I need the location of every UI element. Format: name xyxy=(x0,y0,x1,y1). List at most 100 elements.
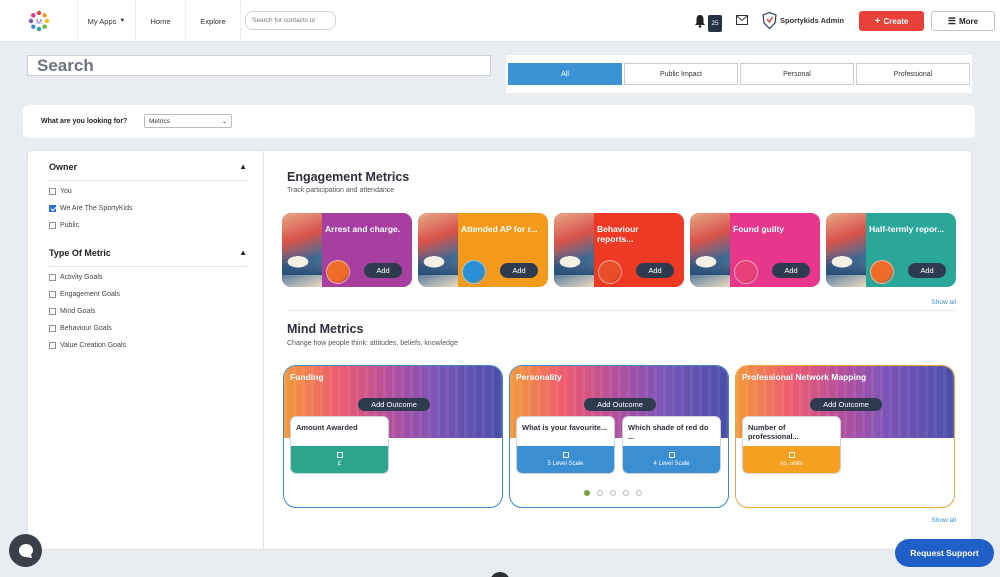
basketball-icon xyxy=(598,260,622,284)
subcard-title: Which shade of red do ... xyxy=(628,423,709,441)
tab-public-impact[interactable]: Public Impact xyxy=(624,63,738,85)
option-label: You xyxy=(60,188,72,195)
option-label: Behaviour Goals xyxy=(60,325,112,332)
engagement-show-all-link[interactable]: Show all xyxy=(931,299,956,306)
outcome-card[interactable]: Funding Add Outcome Amount Awarded £ xyxy=(283,365,503,508)
image-placeholder-icon xyxy=(788,452,795,458)
add-button[interactable]: Add xyxy=(908,263,946,278)
card-title: Arrest and charge. xyxy=(325,224,401,234)
metric-card[interactable]: Half-termly repor... Add xyxy=(826,213,956,287)
subcard-unit: no. units xyxy=(780,461,803,467)
owner-option-sportykids[interactable]: We Are The SportyKids xyxy=(49,205,133,212)
metric-card[interactable]: Attended AP for r... Add xyxy=(418,213,548,287)
type-section-header[interactable]: Type Of Metric ▲ xyxy=(49,248,247,267)
metrics-search-input[interactable]: Search xyxy=(27,55,491,76)
looking-for-bar: What are you looking for? Metrics ⌄ xyxy=(23,105,975,138)
checkbox[interactable] xyxy=(49,205,56,212)
basketball-icon xyxy=(326,260,350,284)
checkbox[interactable] xyxy=(49,325,56,332)
metric-subcard[interactable]: Which shade of red do ... 4 Level Scale xyxy=(622,416,721,474)
org-name[interactable]: Sportykids Admin xyxy=(780,16,844,25)
app-logo[interactable]: M xyxy=(0,0,78,42)
create-label: Create xyxy=(883,16,909,26)
option-label: Public xyxy=(60,222,80,229)
checkbox[interactable] xyxy=(49,291,56,298)
subcard-unit: 4 Level Scale xyxy=(653,461,690,467)
metric-card[interactable]: Found guilty Add xyxy=(690,213,820,287)
engagement-subtitle: Track participation and attendance xyxy=(287,187,395,194)
notification-count-badge[interactable]: 25 xyxy=(708,15,722,32)
more-button[interactable]: ☰ More xyxy=(931,11,995,31)
type-option-mind[interactable]: Mind Goals xyxy=(49,308,95,315)
outcome-card[interactable]: Personality Add Outcome What is your fav… xyxy=(509,365,729,508)
option-label: We Are The SportyKids xyxy=(60,205,133,212)
type-option-engagement[interactable]: Engagement Goals xyxy=(49,291,120,298)
tab-professional[interactable]: Professional xyxy=(856,63,970,85)
checkbox[interactable] xyxy=(49,222,56,229)
checkbox[interactable] xyxy=(49,308,56,315)
checkbox[interactable] xyxy=(49,342,56,349)
my-apps-label: My Apps xyxy=(87,16,117,26)
more-label: More xyxy=(958,16,979,26)
card-image xyxy=(282,213,322,287)
type-title: Type Of Metric xyxy=(49,248,111,258)
add-button[interactable]: Add xyxy=(772,263,810,278)
carousel-dot[interactable] xyxy=(610,490,616,496)
subcard-title: What is your favourite... xyxy=(522,423,608,432)
nav-home[interactable]: Home xyxy=(136,0,186,42)
mail-icon[interactable] xyxy=(736,15,748,25)
request-support-button[interactable]: Request Support xyxy=(895,539,994,567)
carousel-dot[interactable] xyxy=(597,490,603,496)
owner-option-you[interactable]: You xyxy=(49,188,72,195)
type-option-behaviour[interactable]: Behaviour Goals xyxy=(49,325,112,332)
add-button[interactable]: Add xyxy=(636,263,674,278)
owner-title: Owner xyxy=(49,162,78,172)
chevron-up-icon: ▲ xyxy=(239,162,247,171)
contact-search-input[interactable] xyxy=(245,11,336,30)
mind-show-all-link[interactable]: Show all xyxy=(931,517,956,524)
add-outcome-button[interactable]: Add Outcome xyxy=(584,398,656,411)
add-outcome-button[interactable]: Add Outcome xyxy=(810,398,882,411)
type-option-activity[interactable]: Activity Goals xyxy=(49,274,102,281)
create-button[interactable]: + Create xyxy=(859,11,924,31)
owner-option-public[interactable]: Public xyxy=(49,222,79,229)
card-image xyxy=(554,213,594,287)
tab-all[interactable]: All xyxy=(508,63,622,85)
ball-icon xyxy=(462,260,486,284)
filter-tabs: All Public Impact Personal Professional xyxy=(506,55,972,93)
metric-subcard[interactable]: Number of professional... no. units xyxy=(742,416,841,474)
outcome-card[interactable]: Professional Network Mapping Add Outcome… xyxy=(735,365,955,508)
owner-section-header[interactable]: Owner ▲ xyxy=(49,162,247,181)
image-placeholder-icon xyxy=(562,452,569,458)
chevron-up-icon: ▲ xyxy=(239,248,247,257)
carousel-dots xyxy=(584,490,642,496)
nav-explore[interactable]: Explore xyxy=(186,0,241,42)
plus-icon: + xyxy=(874,15,881,27)
subcard-unit: 5 Level Scale xyxy=(547,461,584,467)
carousel-dot[interactable] xyxy=(584,490,590,496)
add-button[interactable]: Add xyxy=(364,263,402,278)
carousel-dot[interactable] xyxy=(636,490,642,496)
carousel-dot[interactable] xyxy=(623,490,629,496)
caret-down-icon: ▼ xyxy=(119,18,126,24)
checkbox[interactable] xyxy=(49,274,56,281)
checkbox[interactable] xyxy=(49,188,56,195)
chat-widget-button[interactable] xyxy=(9,534,42,567)
subcard-footer: 5 Level Scale xyxy=(517,446,614,473)
metric-card[interactable]: Arrest and charge. Add xyxy=(282,213,412,287)
metric-card[interactable]: Behaviour reports... Add xyxy=(554,213,684,287)
add-outcome-button[interactable]: Add Outcome xyxy=(358,398,430,411)
bell-icon[interactable] xyxy=(694,14,706,28)
subcard-footer: £ xyxy=(291,446,388,473)
tab-personal[interactable]: Personal xyxy=(740,63,854,85)
add-button[interactable]: Add xyxy=(500,263,538,278)
metric-subcard[interactable]: Amount Awarded £ xyxy=(290,416,389,474)
my-apps-menu[interactable]: My Apps ▼ xyxy=(78,0,136,42)
metric-subcard[interactable]: What is your favourite... 5 Level Scale xyxy=(516,416,615,474)
type-option-value-creation[interactable]: Value Creation Goals xyxy=(49,342,126,349)
basketball-icon xyxy=(734,260,758,284)
subcard-footer: no. units xyxy=(743,446,840,473)
outcome-title: Personality xyxy=(516,372,562,382)
looking-for-select[interactable]: Metrics ⌄ xyxy=(144,114,232,128)
scroll-handle[interactable] xyxy=(490,572,510,577)
